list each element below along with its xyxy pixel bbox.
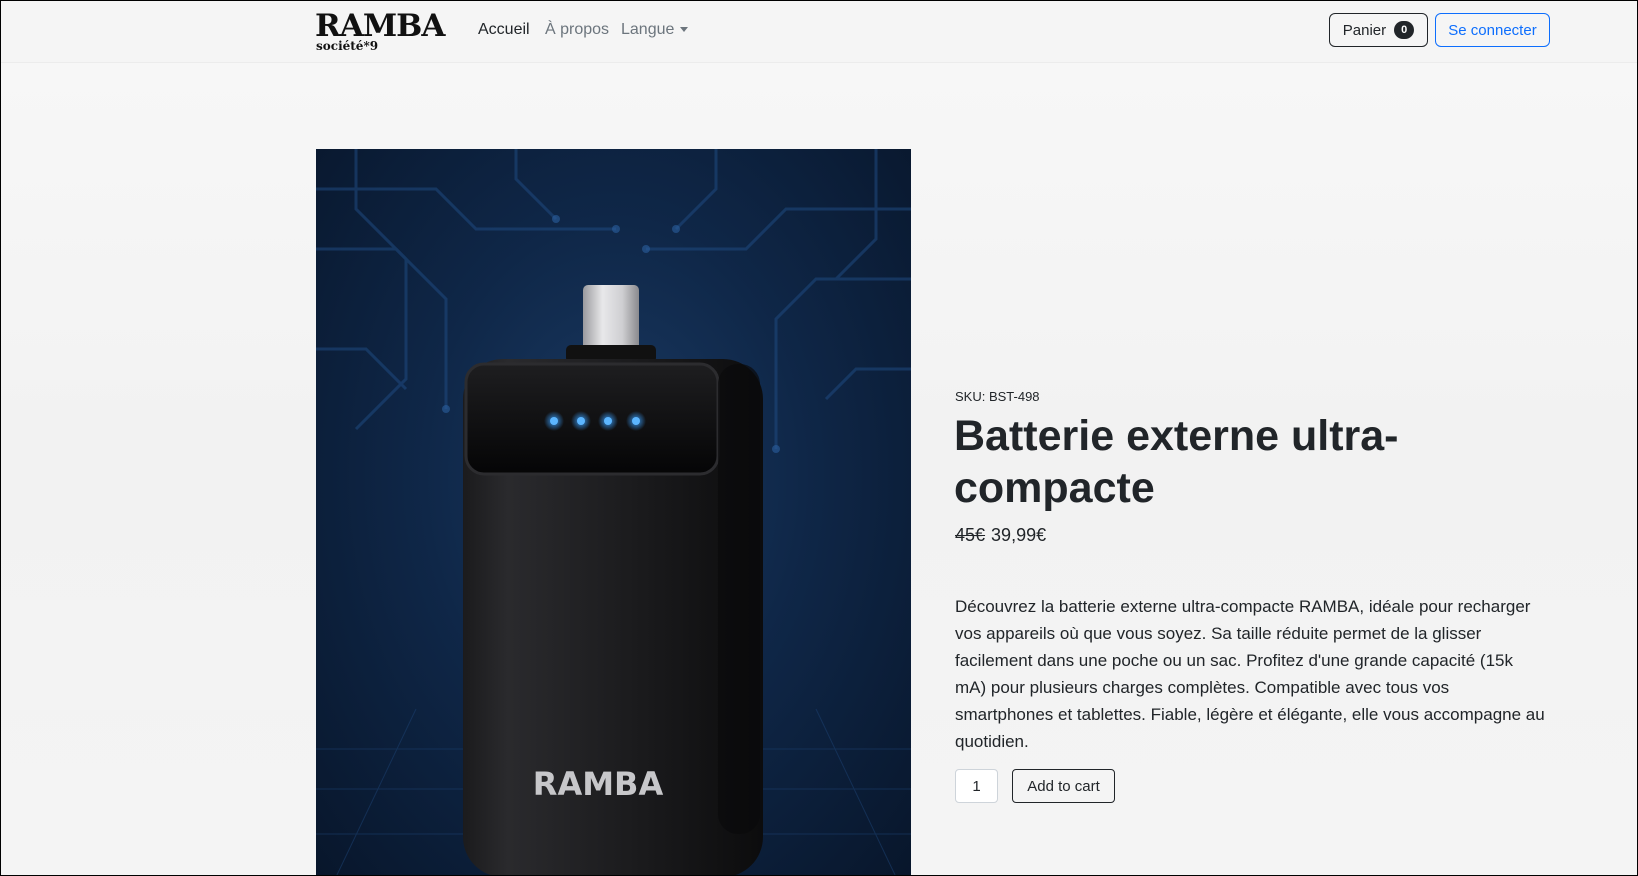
brand-tagline: société*9	[316, 39, 379, 53]
brand-name: RAMBA	[315, 8, 445, 44]
old-price: 45€	[955, 525, 986, 545]
cart-button[interactable]: Panier 0	[1329, 13, 1428, 47]
price-block: 45€ 39,99€	[955, 524, 1046, 546]
add-to-cart-button[interactable]: Add to cart	[1012, 769, 1115, 803]
nav-dropdown-language[interactable]: Langue	[621, 19, 689, 41]
current-price: 39,99€	[991, 525, 1047, 545]
nav-link-about-label: À propos	[545, 21, 610, 38]
nav-dropdown-language-label: Langue	[621, 21, 675, 38]
nav-link-home-label: Accueil	[478, 21, 530, 38]
quantity-input[interactable]	[955, 769, 998, 803]
nav-link-about[interactable]: À propos	[545, 19, 609, 41]
login-button[interactable]: Se connecter	[1435, 13, 1550, 47]
login-button-label: Se connecter	[1448, 21, 1537, 39]
brand-logo[interactable]: RAMBA société*9	[315, 9, 445, 53]
product-title: Batterie externe ultra-compacte	[954, 412, 1399, 512]
cart-button-label: Panier	[1342, 21, 1387, 39]
page: RAMBA société*9 Accueil À propos Langue …	[0, 0, 1638, 876]
power-bank-illustration: RAMBA	[316, 149, 911, 875]
add-to-cart-label: Add to cart	[1027, 777, 1100, 795]
nav-link-home[interactable]: Accueil	[478, 19, 530, 41]
product-sku: SKU: BST-498	[955, 389, 1040, 404]
chevron-down-icon	[680, 27, 689, 33]
navbar: RAMBA société*9 Accueil À propos Langue …	[1, 1, 1637, 63]
cart-count-badge: 0	[1394, 21, 1415, 39]
product-image: RAMBA	[316, 149, 911, 875]
product-description: Découvrez la batterie externe ultra-comp…	[955, 597, 1545, 751]
device-brand-text: RAMBA	[533, 765, 664, 803]
